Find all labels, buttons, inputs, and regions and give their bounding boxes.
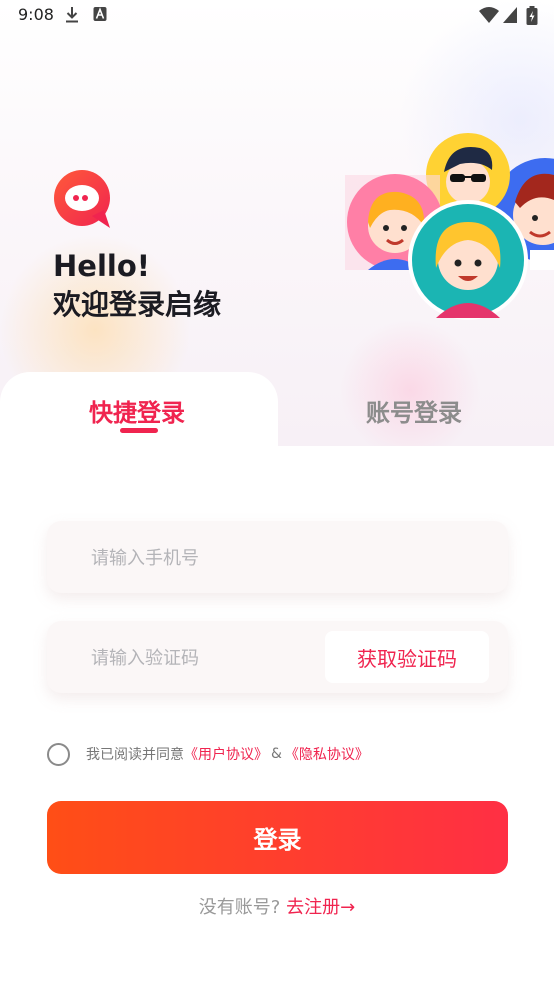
battery-icon: [526, 6, 538, 30]
tab-active-indicator: [120, 428, 158, 433]
agreement-prefix: 我已阅读并同意: [86, 747, 184, 763]
greeting-welcome: 欢迎登录启缘: [53, 288, 222, 321]
app-logo: [52, 168, 114, 230]
avatar-girl-center: [408, 200, 528, 320]
tab-account-login[interactable]: 账号登录: [366, 393, 462, 428]
agreement-row: 我已阅读并同意 《用户协议》 & 《隐私协议》: [47, 742, 369, 766]
code-input[interactable]: [89, 621, 353, 695]
user-agreement-link[interactable]: 《用户协议》: [184, 744, 268, 764]
agreement-connector: &: [271, 746, 282, 762]
phone-input[interactable]: [89, 521, 353, 595]
register-prompt: 没有账号?: [198, 897, 281, 918]
greeting-hello: Hello!: [53, 249, 150, 283]
privacy-agreement-link[interactable]: 《隐私协议》: [285, 744, 369, 764]
avatars-illustration: [340, 130, 554, 330]
agreement-checkbox[interactable]: [47, 742, 70, 766]
phone-field: [47, 521, 508, 595]
wifi-icon: [478, 6, 500, 28]
get-code-button[interactable]: 获取验证码: [325, 631, 489, 683]
status-time: 9:08: [18, 5, 54, 24]
greeting: Hello! 欢迎登录启缘: [53, 248, 221, 326]
code-field: 获取验证码: [47, 621, 508, 695]
download-icon: [64, 6, 80, 28]
login-button[interactable]: 登录: [47, 801, 508, 874]
register-row: 没有账号? 去注册→: [0, 893, 554, 919]
status-bar: 9:08: [0, 0, 554, 30]
tab-quick-login[interactable]: 快捷登录: [89, 393, 185, 428]
a-badge-icon: [93, 6, 107, 26]
register-link[interactable]: 去注册→: [286, 897, 355, 918]
signal-icon: [502, 6, 518, 28]
